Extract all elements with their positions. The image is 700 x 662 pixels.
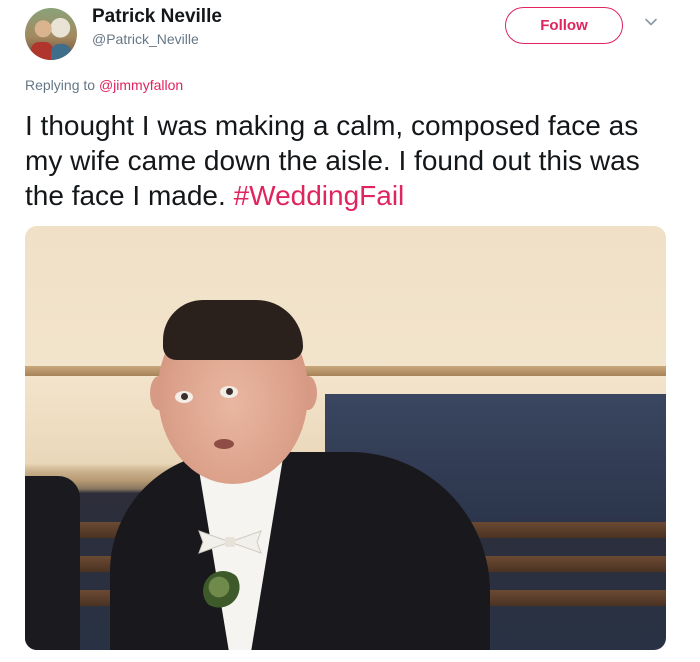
avatar-figure — [51, 44, 71, 60]
groom-mouth — [214, 439, 234, 449]
groom-hair — [163, 300, 303, 360]
guest-silhouette — [25, 476, 80, 650]
reply-mention-link[interactable]: @jimmyfallon — [99, 77, 183, 93]
hashtag-link[interactable]: #WeddingFail — [234, 180, 405, 211]
replying-to: Replying to @jimmyfallon — [25, 77, 183, 93]
bowtie — [198, 530, 262, 554]
avatar-figure — [31, 42, 53, 60]
groom-eye — [220, 386, 238, 398]
avatar[interactable] — [25, 8, 77, 60]
groom-eye — [175, 391, 193, 403]
replying-prefix: Replying to — [25, 77, 99, 93]
chevron-down-icon[interactable] — [643, 14, 659, 30]
groom-jacket — [110, 452, 490, 650]
boutonniere — [203, 571, 243, 611]
tweet-text: I thought I was making a calm, composed … — [25, 108, 675, 213]
wall-beam — [25, 366, 666, 376]
follow-button[interactable]: Follow — [505, 7, 623, 44]
author-handle[interactable]: @Patrick_Neville — [92, 31, 199, 47]
author-name[interactable]: Patrick Neville — [92, 6, 222, 28]
tweet-photo[interactable] — [25, 226, 666, 650]
